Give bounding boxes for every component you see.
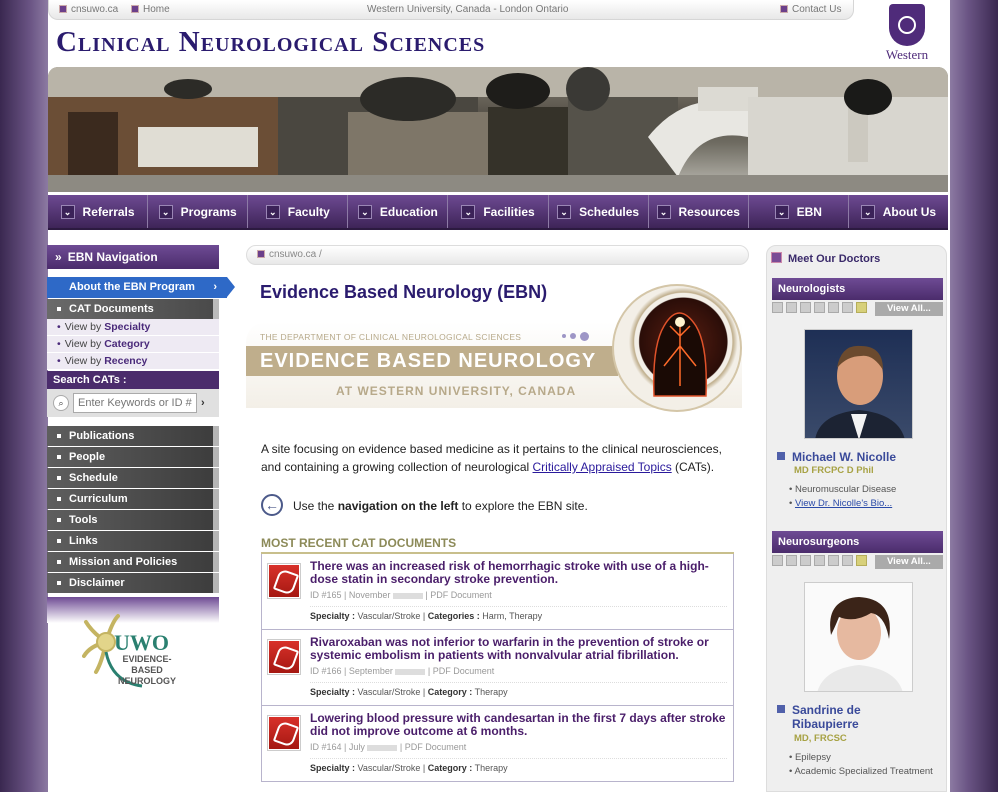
left-sidebar: » EBN Navigation About the EBN Program › C… bbox=[47, 245, 235, 623]
search-submit-chevron-icon[interactable]: › bbox=[201, 397, 213, 409]
list-item[interactable]: There was an increased risk of hemorrhag… bbox=[261, 554, 734, 630]
sidebar-heading: » EBN Navigation bbox=[47, 245, 219, 269]
search-box: ⌕ › bbox=[47, 389, 219, 417]
header-banner-image bbox=[48, 67, 948, 192]
sidebar-view-by-specialty[interactable]: • View by Specialty bbox=[47, 319, 219, 336]
list-item[interactable]: Rivaroxaban was not inferior to warfarin… bbox=[261, 630, 734, 706]
uwo-ebn-logo: UWO EVIDENCE-BASED NEUROLOGY bbox=[82, 612, 186, 692]
sidebar-view-by-recency[interactable]: • View by Recency bbox=[47, 353, 219, 370]
nav-resources[interactable]: ⌄ Resources bbox=[649, 195, 749, 228]
doctor-credentials: MD, FRCSC bbox=[794, 733, 847, 744]
chevron-down-icon: ⌄ bbox=[60, 204, 75, 219]
nav-facilities[interactable]: ⌄ Facilities bbox=[448, 195, 549, 228]
sidebar-link-curriculum[interactable]: Curriculum bbox=[47, 489, 219, 509]
doctors-heading: Meet Our Doctors bbox=[771, 252, 880, 265]
home-link[interactable]: Home bbox=[131, 4, 170, 15]
sidebar-link-links[interactable]: Links bbox=[47, 531, 219, 551]
sidebar-item-about[interactable]: About the EBN Program › bbox=[47, 277, 235, 298]
search-label: Search CATs : bbox=[47, 371, 219, 389]
sidebar-link-disclaimer[interactable]: Disclaimer bbox=[47, 573, 219, 593]
brain-head-icon bbox=[612, 284, 742, 412]
nav-referrals[interactable]: ⌄ Referrals bbox=[48, 195, 149, 228]
bullet-icon: • bbox=[57, 321, 61, 333]
doctor-bio-link[interactable]: View Dr. Nicolle's Bio... bbox=[795, 498, 892, 509]
recent-docs-list: There was an increased risk of hemorrhag… bbox=[261, 552, 734, 782]
square-bullet-icon bbox=[59, 5, 67, 13]
square-bullet-icon bbox=[131, 5, 139, 13]
search-input[interactable] bbox=[73, 393, 197, 413]
chevron-down-icon: ⌄ bbox=[774, 204, 789, 219]
chevron-down-icon: ⌄ bbox=[860, 204, 875, 219]
breadcrumb: cnsuwo.ca / bbox=[246, 245, 749, 265]
section-neurologists: Neurologists bbox=[772, 278, 943, 300]
doc-title[interactable]: There was an increased risk of hemorrhag… bbox=[310, 560, 727, 586]
arrow-left-icon: ← bbox=[261, 494, 283, 516]
doctor-photo[interactable] bbox=[804, 582, 913, 692]
square-bullet-icon bbox=[777, 705, 785, 713]
doc-title[interactable]: Lowering blood pressure with candesartan… bbox=[310, 712, 727, 738]
search-icon[interactable]: ⌕ bbox=[53, 395, 69, 411]
site-link[interactable]: cnsuwo.ca bbox=[59, 4, 118, 15]
sidebar-link-tools[interactable]: Tools bbox=[47, 510, 219, 530]
pdf-icon[interactable] bbox=[268, 716, 300, 750]
sidebar-item-cat-documents[interactable]: CAT Documents bbox=[47, 299, 219, 319]
pdf-icon[interactable] bbox=[268, 564, 300, 598]
chevron-right-icon: › bbox=[213, 281, 217, 293]
nav-ebn[interactable]: ⌄ EBN bbox=[749, 195, 849, 228]
sidebar-link-people[interactable]: People bbox=[47, 447, 219, 467]
decorative-dots bbox=[562, 330, 593, 342]
doc-title[interactable]: Rivaroxaban was not inferior to warfarin… bbox=[310, 636, 727, 662]
top-utility-bar: cnsuwo.ca Home Western University, Canad… bbox=[48, 0, 854, 20]
sidebar-view-by-category[interactable]: • View by Category bbox=[47, 336, 219, 353]
pdf-icon[interactable] bbox=[268, 640, 300, 674]
doctor-photo[interactable] bbox=[804, 329, 913, 439]
doctor-details: • Epilepsy • Academic Specialized Treatme… bbox=[789, 752, 933, 777]
nav-about-us[interactable]: ⌄ About Us bbox=[849, 195, 948, 228]
nav-education[interactable]: ⌄ Education bbox=[348, 195, 449, 228]
page-title: Evidence Based Neurology (EBN) bbox=[260, 282, 548, 302]
nav-programs[interactable]: ⌄ Programs bbox=[148, 195, 249, 228]
western-logo[interactable]: Western bbox=[876, 4, 938, 63]
nav-hint: Use the navigation on the left to explor… bbox=[293, 499, 588, 513]
sidebar-link-publications[interactable]: Publications bbox=[47, 426, 219, 446]
crest-icon bbox=[889, 4, 925, 46]
square-bullet-icon bbox=[780, 5, 788, 13]
chevron-down-icon: ⌄ bbox=[158, 204, 173, 219]
doctor-credentials: MD FRCPC D Phil bbox=[794, 465, 874, 476]
chevron-down-icon: ⌄ bbox=[461, 204, 476, 219]
view-all-button[interactable]: View All... bbox=[875, 555, 943, 569]
chevron-down-icon: ⌄ bbox=[357, 204, 372, 219]
doctor-name[interactable]: Sandrine de Ribaupierre bbox=[777, 703, 861, 731]
site-title[interactable]: Clinical Neurological Sciences bbox=[56, 26, 485, 59]
section-neurosurgeons: Neurosurgeons bbox=[772, 531, 943, 553]
nav-faculty[interactable]: ⌄ Faculty bbox=[248, 195, 349, 228]
bullet-icon: • bbox=[57, 355, 61, 367]
sidebar-link-schedule[interactable]: Schedule bbox=[47, 468, 219, 488]
chevron-down-icon: ⌄ bbox=[557, 204, 572, 219]
right-sidebar: Meet Our Doctors Neurologists View All..… bbox=[766, 245, 947, 792]
double-chevron-icon: » bbox=[55, 250, 62, 264]
cat-link[interactable]: Critically Appraised Topics bbox=[533, 460, 672, 474]
sidebar-link-mission[interactable]: Mission and Policies bbox=[47, 552, 219, 572]
doctor-pager: View All... bbox=[772, 555, 943, 571]
square-bullet-icon bbox=[257, 250, 265, 258]
chevron-down-icon: ⌄ bbox=[265, 204, 280, 219]
intro-text: A site focusing on evidence based medici… bbox=[261, 442, 722, 474]
square-bullet-icon bbox=[777, 452, 785, 460]
recent-docs-heading: Most Recent CAT Documents bbox=[261, 536, 457, 550]
topbar-location: Western University, Canada - London Onta… bbox=[367, 4, 569, 15]
doctor-name[interactable]: Michael W. Nicolle bbox=[777, 450, 896, 464]
contact-link[interactable]: Contact Us bbox=[780, 4, 841, 15]
list-item[interactable]: Lowering blood pressure with candesartan… bbox=[261, 706, 734, 782]
main-nav: ⌄ Referrals ⌄ Programs ⌄ Faculty ⌄ Education… bbox=[48, 195, 948, 230]
chevron-down-icon: ⌄ bbox=[656, 204, 671, 219]
nav-schedules[interactable]: ⌄ Schedules bbox=[549, 195, 649, 228]
doctor-pager: View All... bbox=[772, 302, 943, 318]
bullet-icon: • bbox=[57, 338, 61, 350]
doctor-details: • Neuromuscular Disease • View Dr. Nicoll… bbox=[789, 484, 897, 509]
square-bullet-icon bbox=[771, 252, 782, 263]
view-all-button[interactable]: View All... bbox=[875, 302, 943, 316]
